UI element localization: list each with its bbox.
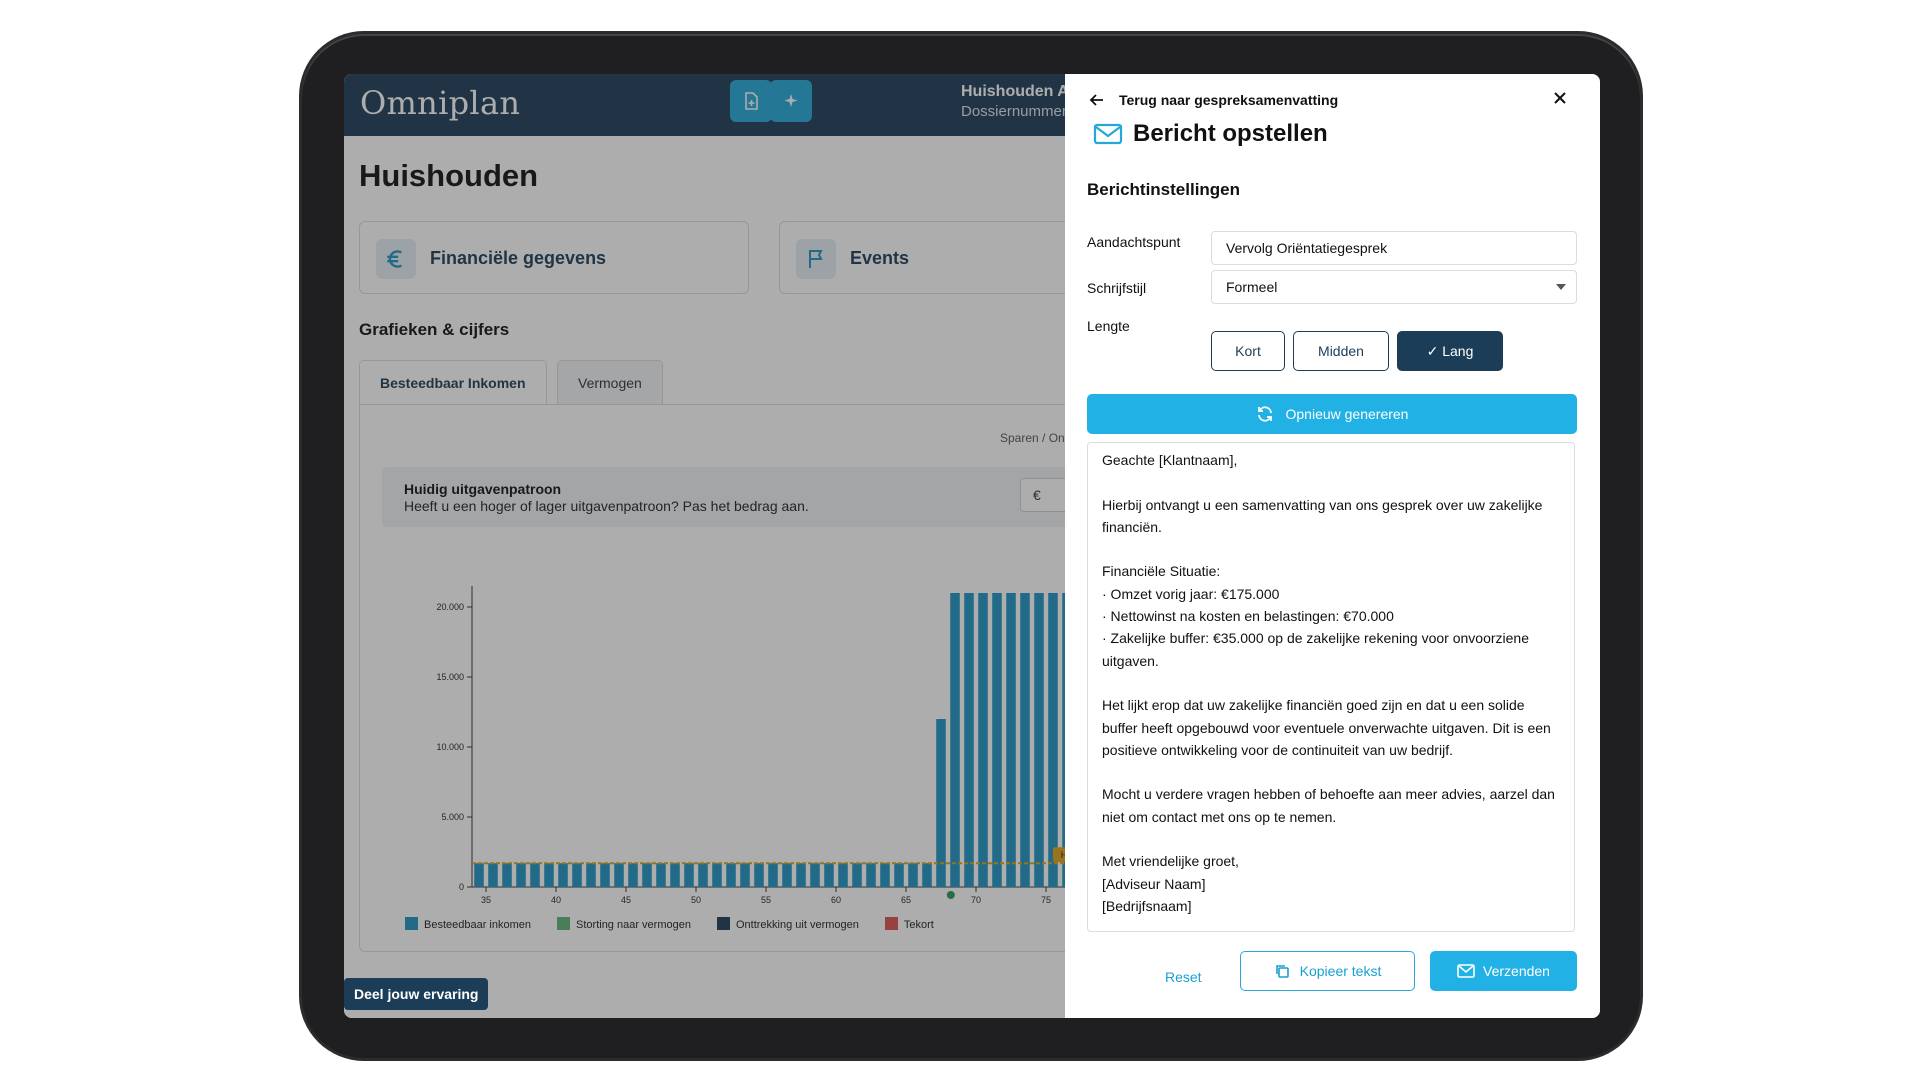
close-icon xyxy=(1554,92,1566,104)
message-paragraph: Mocht u verdere vragen hebben of behoeft… xyxy=(1102,786,1555,825)
length-midden-button[interactable]: Midden xyxy=(1293,331,1389,371)
aandachtspunt-label: Aandachtspunt xyxy=(1087,234,1181,250)
send-label: Verzenden xyxy=(1483,963,1550,979)
message-paragraph: Het lijkt erop dat uw zakelijke financië… xyxy=(1102,697,1551,758)
chevron-down-icon xyxy=(1556,284,1566,290)
settings-title: Berichtinstellingen xyxy=(1087,180,1241,199)
schrijfstijl-label: Schrijfstijl xyxy=(1087,280,1147,296)
message-paragraph: Hierbij ontvangt u een samenvatting van … xyxy=(1102,496,1543,535)
arrow-left-icon xyxy=(1089,94,1103,106)
copy-icon xyxy=(1275,965,1289,978)
aandachtspunt-input[interactable]: Vervolg Oriëntatiegesprek xyxy=(1211,231,1577,265)
lengte-label: Lengte xyxy=(1087,318,1130,334)
length-lang-label: Lang xyxy=(1442,343,1474,359)
back-label: Terug naar gespreksamenvatting xyxy=(1119,92,1339,108)
compose-message-drawer: Terug naar gespreksamenvatting Bericht o… xyxy=(1065,74,1600,1018)
regenerate-button[interactable]: Opnieuw genereren xyxy=(1087,394,1577,434)
reset-button[interactable]: Reset xyxy=(1165,969,1202,985)
send-button[interactable]: Verzenden xyxy=(1430,951,1577,991)
close-button[interactable] xyxy=(1548,86,1572,110)
tablet-screen: Omniplan Huishouden A Dossiernummer Huis… xyxy=(344,74,1600,1018)
schrijfstijl-value: Formeel xyxy=(1226,279,1278,295)
back-link[interactable]: Terug naar gespreksamenvatting xyxy=(1089,92,1338,108)
check-icon: ✓ xyxy=(1426,343,1443,359)
drawer-title-text: Bericht opstellen xyxy=(1133,120,1328,147)
message-paragraph: Met vriendelijke groet, [Adviseur Naam] … xyxy=(1102,853,1239,914)
regenerate-label: Opnieuw genereren xyxy=(1285,406,1409,422)
length-lang-button[interactable]: ✓ Lang xyxy=(1397,331,1503,371)
message-paragraph: Financiële Situatie: · Omzet vorig jaar:… xyxy=(1102,563,1529,669)
mail-icon xyxy=(1457,964,1475,978)
copy-label: Kopieer tekst xyxy=(1299,963,1382,979)
share-experience-button[interactable]: Deel jouw ervaring xyxy=(344,978,489,1010)
copy-text-button[interactable]: Kopieer tekst xyxy=(1240,951,1415,991)
message-paragraph: Geachte [Klantnaam], xyxy=(1102,452,1238,468)
length-kort-button[interactable]: Kort xyxy=(1211,331,1285,371)
refresh-icon xyxy=(1257,406,1272,422)
message-textarea[interactable]: Geachte [Klantnaam], Hierbij ontvangt u … xyxy=(1087,442,1575,932)
schrijfstijl-select[interactable]: Formeel xyxy=(1211,270,1577,304)
mail-icon xyxy=(1093,123,1123,145)
drawer-title: Bericht opstellen xyxy=(1093,120,1328,148)
